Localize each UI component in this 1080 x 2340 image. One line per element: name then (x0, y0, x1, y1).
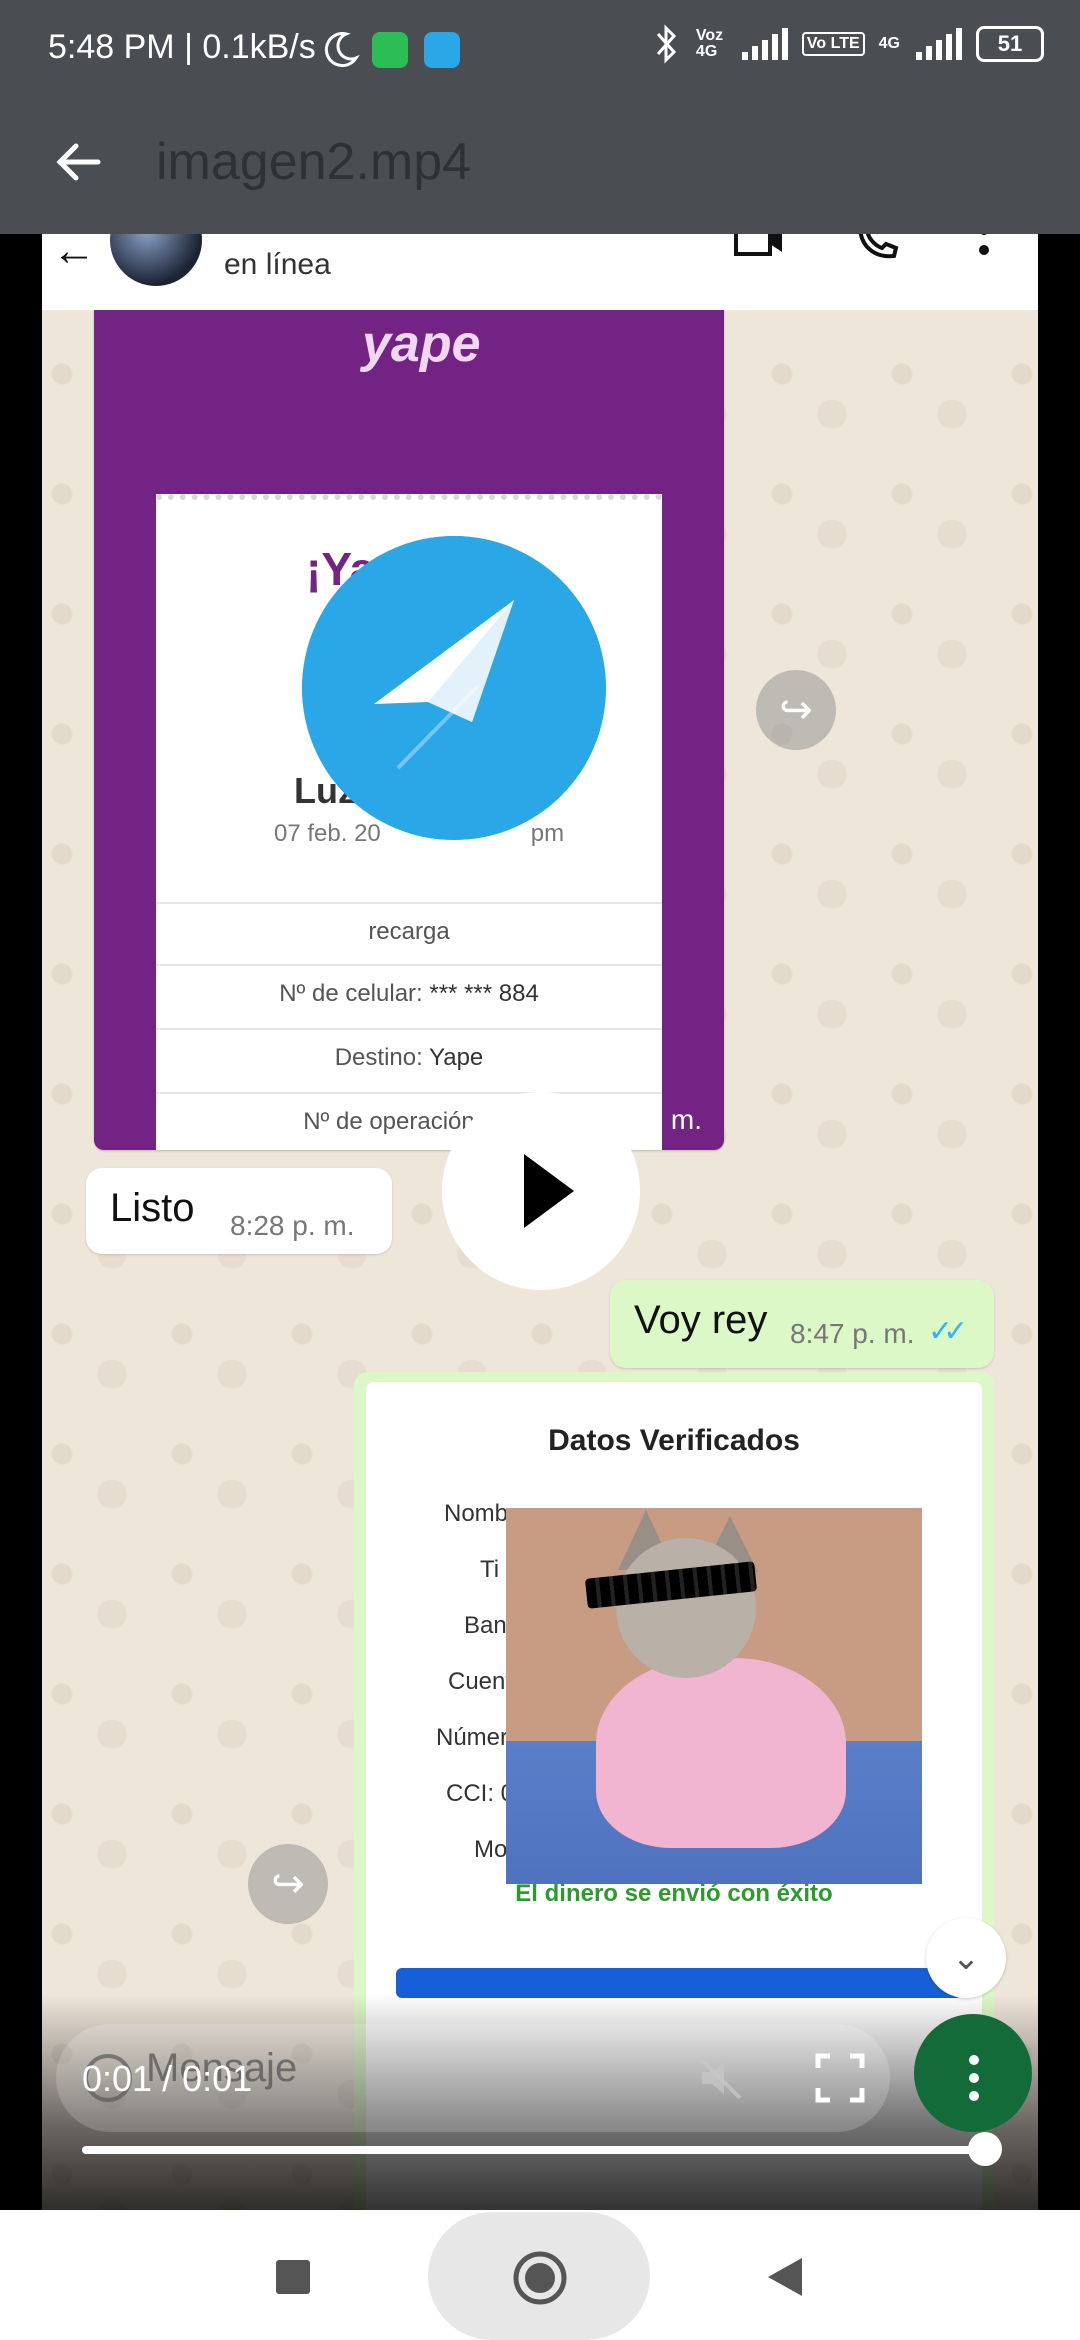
outgoing-message[interactable]: Voy rey 8:47 p. m. ✓✓ (610, 1280, 994, 1368)
signal-icon-2 (916, 28, 962, 60)
more-vertical-icon[interactable] (946, 2050, 1002, 2106)
status-time: 5:48 PM | 0.1kB/s (48, 28, 316, 66)
cat-sticker (506, 1508, 922, 1884)
recents-icon[interactable] (274, 2258, 312, 2296)
app-bar: imagen2.mp4 (0, 100, 1080, 234)
contact-avatar (110, 234, 202, 286)
incoming-message-time: 8:28 p. m. (230, 1210, 355, 1241)
video-call-icon (734, 234, 782, 256)
receipt-row-amount: Mo (474, 1836, 508, 1863)
receipt-row-type: Ti (480, 1556, 500, 1583)
chat-header: ← en línea (42, 234, 1038, 310)
telegram-notification-icon (424, 32, 460, 68)
home-icon[interactable] (512, 2250, 568, 2306)
incoming-message[interactable]: Listo 8:28 p. m. (86, 1168, 392, 1254)
outgoing-message-text: Voy rey (634, 1298, 768, 1342)
outgoing-message-time: 8:47 p. m. (790, 1318, 915, 1349)
cat-head (616, 1538, 756, 1678)
receipt-success-text: El dinero se envió con éxito (515, 1880, 833, 1907)
whatsapp-business-icon (372, 32, 408, 68)
incoming-message-text: Listo (110, 1186, 195, 1230)
forward-icon: ↪ (248, 1844, 328, 1924)
read-receipt-icon: ✓✓ (928, 1315, 968, 1348)
video-title: imagen2.mp4 (156, 133, 472, 191)
receipt-title: Datos Verificados (548, 1424, 800, 1457)
play-icon (524, 1154, 574, 1228)
forward-icon: ↪ (756, 670, 836, 750)
moon-icon (324, 32, 360, 68)
more-options-icon (979, 234, 989, 255)
chat-back-icon: ← (52, 234, 96, 275)
fullscreen-icon[interactable] (812, 2050, 868, 2106)
video-player[interactable]: ← en línea yape ¡Yap Luz 07 feb. 20 pm re… (42, 234, 1038, 2210)
mute-icon[interactable] (692, 2050, 748, 2106)
voucher-row-destination: Destino: Yape (156, 1028, 662, 1094)
telegram-logo-icon (302, 536, 606, 840)
play-button[interactable] (442, 1092, 640, 1290)
contact-status: en línea (224, 248, 331, 281)
yape-logo: yape (362, 315, 481, 373)
back-arrow-icon[interactable] (48, 130, 112, 194)
status-icons: Voz 4G Vo LTE 4G 51 (652, 24, 1044, 64)
seek-bar[interactable] (82, 2146, 990, 2154)
seek-thumb[interactable] (968, 2132, 1002, 2166)
battery-icon: 51 (976, 26, 1044, 62)
signal-icon-1 (741, 28, 788, 60)
volte-label: Vo LTE (801, 32, 865, 56)
voz4g-label: Voz 4G (695, 27, 724, 60)
back-nav-icon[interactable] (764, 2256, 806, 2298)
phone-call-icon (858, 234, 899, 259)
bluetooth-icon (656, 24, 676, 64)
scroll-down-icon: ⌄ (926, 1918, 1006, 1998)
voucher-row-type: recarga (156, 902, 662, 966)
playback-time: 0:01 / 0:01 (82, 2058, 253, 2099)
battery-level: 51 (997, 31, 1023, 56)
voucher-row-phone: Nº de celular: *** *** 884 (156, 964, 662, 1030)
cat-sweater (596, 1658, 846, 1848)
status-bar: 5:48 PM | 0.1kB/s Voz 4G Vo LTE 4G 51 (0, 0, 1080, 100)
4g-label: 4G (878, 35, 900, 52)
